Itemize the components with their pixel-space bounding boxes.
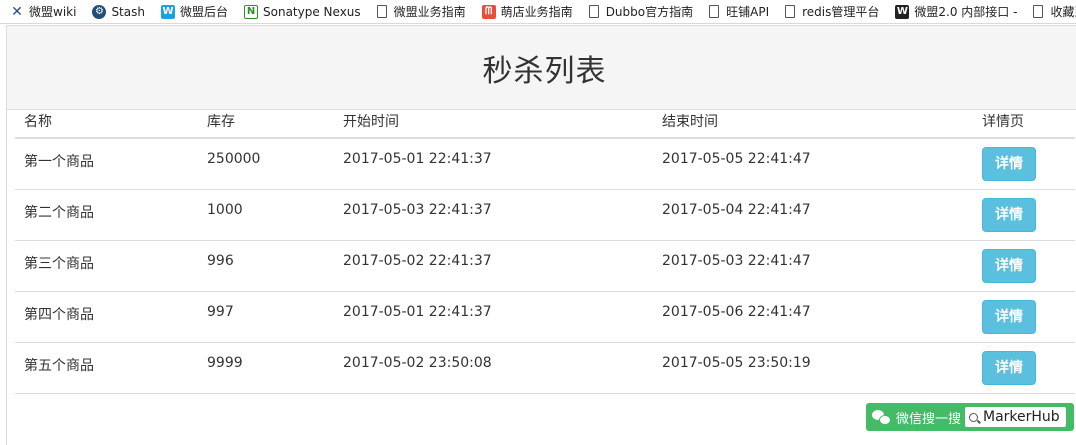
- table-row: 第一个商品 250000 2017-05-01 22:41:37 2017-05…: [15, 138, 1075, 190]
- cell-detail: 详情: [973, 240, 1075, 292]
- page-icon: [785, 5, 796, 18]
- cell-start-time: 2017-05-01 22:41:37: [334, 138, 653, 190]
- w-logo-icon: W: [160, 4, 175, 19]
- cell-end-time: 2017-05-05 23:50:19: [653, 342, 973, 394]
- cell-name: 第一个商品: [15, 138, 198, 190]
- header-start-time: 开始时间: [334, 104, 653, 139]
- cell-start-time: 2017-05-01 22:41:37: [334, 291, 653, 343]
- cell-stock: 250000: [198, 138, 334, 190]
- bookmark-label: 微盟业务指南: [393, 5, 466, 19]
- cell-start-time: 2017-05-02 22:41:37: [334, 240, 653, 292]
- detail-button[interactable]: 详情: [982, 351, 1036, 385]
- bookmarks-bar: ✕ 微盟wiki ⚙ Stash W 微盟后台 N Sonatype Nexus…: [0, 0, 1076, 24]
- cell-end-time: 2017-05-03 22:41:47: [653, 240, 973, 292]
- page-icon: [376, 5, 387, 18]
- bookmark-stash[interactable]: ⚙ Stash: [82, 0, 151, 23]
- cell-end-time: 2017-05-05 22:41:47: [653, 138, 973, 190]
- page-icon: [709, 5, 720, 18]
- table-row: 第五个商品 9999 2017-05-02 23:50:08 2017-05-0…: [15, 342, 1075, 394]
- table-row: 第四个商品 997 2017-05-01 22:41:37 2017-05-06…: [15, 291, 1075, 343]
- cell-stock: 997: [198, 291, 334, 343]
- bookmark-label: 微盟2.0 内部接口 -: [914, 5, 1018, 19]
- cell-detail: 详情: [973, 291, 1075, 343]
- wechat-icon: [872, 410, 891, 425]
- cell-start-time: 2017-05-02 23:50:08: [334, 342, 653, 394]
- bookmark-label: 微盟wiki: [29, 5, 77, 19]
- wechat-watermark: 微信搜一搜 MarkerHub: [866, 403, 1074, 431]
- detail-button[interactable]: 详情: [982, 249, 1036, 283]
- page-icon: [588, 5, 599, 18]
- seckill-table: 名称 库存 开始时间 结束时间 详情页 第一个商品 250000 2017-05…: [15, 104, 1075, 394]
- x-logo-icon: ✕: [11, 3, 23, 20]
- bookmark-label: 萌店业务指南: [500, 5, 573, 19]
- cell-name: 第四个商品: [15, 291, 198, 343]
- header-detail: 详情页: [973, 104, 1075, 139]
- bookmark-label: Sonatype Nexus: [263, 4, 361, 19]
- cell-detail: 详情: [973, 138, 1075, 190]
- nexus-icon: N: [244, 4, 258, 19]
- cell-start-time: 2017-05-03 22:41:37: [334, 189, 653, 241]
- bookmark-shop-guide[interactable]: ᗰ 萌店业务指南: [472, 0, 579, 23]
- cell-detail: 详情: [973, 342, 1075, 394]
- detail-button[interactable]: 详情: [982, 300, 1036, 334]
- bookmark-wiki[interactable]: ✕ 微盟wiki: [0, 0, 82, 23]
- bookmark-label: 旺铺API: [726, 5, 770, 19]
- cell-name: 第五个商品: [15, 342, 198, 394]
- table-header-row: 名称 库存 开始时间 结束时间 详情页: [15, 104, 1075, 139]
- header-end-time: 结束时间: [653, 104, 973, 139]
- bookmark-admin[interactable]: W 微盟后台: [151, 0, 234, 23]
- detail-button[interactable]: 详情: [982, 147, 1036, 181]
- bookmark-nexus[interactable]: N Sonatype Nexus: [234, 0, 367, 23]
- watermark-account: MarkerHub: [983, 409, 1060, 425]
- page-icon: [1033, 5, 1044, 18]
- table-row: 第三个商品 996 2017-05-02 22:41:37 2017-05-03…: [15, 240, 1075, 292]
- search-icon: [969, 412, 979, 422]
- cell-name: 第三个商品: [15, 240, 198, 292]
- detail-button[interactable]: 详情: [982, 198, 1036, 232]
- header-name: 名称: [15, 104, 198, 139]
- bookmark-favorites[interactable]: 收藏到: [1023, 0, 1076, 23]
- w-dark-icon: W: [895, 4, 910, 19]
- bookmark-label: Stash: [111, 4, 145, 19]
- bookmark-label: redis管理平台: [802, 5, 880, 19]
- cell-stock: 9999: [198, 342, 334, 394]
- cell-stock: 996: [198, 240, 334, 292]
- page-title: 秒杀列表: [482, 53, 607, 89]
- cell-end-time: 2017-05-06 22:41:47: [653, 291, 973, 343]
- stash-icon: ⚙: [92, 4, 107, 19]
- bookmark-label: 微盟后台: [179, 5, 228, 19]
- cell-detail: 详情: [973, 189, 1075, 241]
- bookmark-label: Dubbo官方指南: [605, 5, 694, 19]
- bookmark-label: 收藏到: [1050, 5, 1076, 19]
- watermark-search-box: MarkerHub: [965, 407, 1066, 427]
- watermark-prefix: 微信搜一搜: [896, 411, 962, 427]
- cell-name: 第二个商品: [15, 189, 198, 241]
- panel-heading: 秒杀列表: [7, 26, 1076, 110]
- bookmark-business-guide[interactable]: 微盟业务指南: [367, 0, 472, 23]
- bookmark-wangpu-api[interactable]: 旺铺API: [699, 0, 775, 23]
- bookmark-internal-api[interactable]: W 微盟2.0 内部接口 -: [885, 0, 1023, 23]
- bookmark-dubbo[interactable]: Dubbo官方指南: [579, 0, 699, 23]
- header-stock: 库存: [198, 104, 334, 139]
- cell-stock: 1000: [198, 189, 334, 241]
- shop-icon: ᗰ: [481, 4, 496, 19]
- table-row: 第二个商品 1000 2017-05-03 22:41:37 2017-05-0…: [15, 189, 1075, 241]
- cell-end-time: 2017-05-04 22:41:47: [653, 189, 973, 241]
- bookmark-redis[interactable]: redis管理平台: [775, 0, 885, 23]
